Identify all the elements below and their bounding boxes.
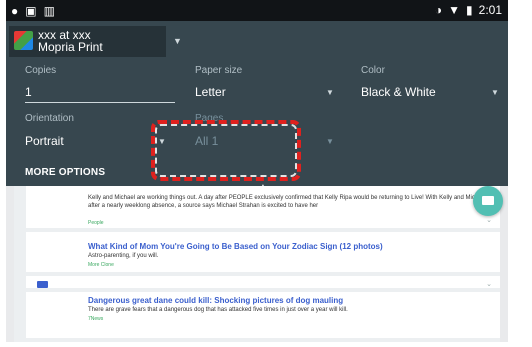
article-source[interactable]: People bbox=[88, 220, 104, 226]
printer-icon bbox=[482, 196, 494, 205]
article-text: Kelly and Michael are working things out… bbox=[88, 195, 488, 209]
copies-field[interactable]: 1 bbox=[25, 85, 32, 99]
mopria-logo-icon bbox=[14, 31, 33, 50]
paper-size-select[interactable]: Letter bbox=[195, 85, 226, 99]
sponsored-icon bbox=[37, 281, 48, 288]
wifi-icon: ▼ bbox=[448, 3, 461, 17]
paper-size-dropdown-icon[interactable]: ▼ bbox=[326, 88, 334, 97]
device-icon: ▥ bbox=[43, 4, 55, 18]
list-item[interactable]: Kelly and Michael are working things out… bbox=[26, 186, 500, 228]
list-item-ad: ⌄ bbox=[26, 276, 500, 288]
article-description: Astro-parenting, if you will. bbox=[88, 253, 159, 259]
more-options-button[interactable]: MORE OPTIONS bbox=[25, 167, 105, 178]
list-item[interactable]: Dangerous great dane could kill: Shockin… bbox=[26, 292, 500, 338]
article-list: Kelly and Michael are working things out… bbox=[14, 186, 500, 342]
article-source[interactable]: 7News bbox=[88, 316, 103, 322]
phone-screen: ● ▣ ▥ ◑ ▼ ▮ 2:01 xxx at xxx Mopria Print… bbox=[6, 0, 508, 342]
printer-selector[interactable]: xxx at xxx Mopria Print ▼ bbox=[9, 26, 182, 57]
status-time: 2:01 bbox=[478, 3, 502, 17]
copies-underline bbox=[25, 102, 175, 103]
article-headline[interactable]: What Kind of Mom You're Going to Be Base… bbox=[88, 242, 383, 251]
color-select[interactable]: Black & White bbox=[361, 85, 436, 99]
article-description: There are grave fears that a dangerous d… bbox=[88, 307, 348, 313]
pages-dropdown-icon[interactable]: ▼ bbox=[326, 137, 334, 146]
color-label: Color bbox=[361, 65, 385, 76]
list-item[interactable]: What Kind of Mom You're Going to Be Base… bbox=[26, 232, 500, 272]
chevron-down-icon[interactable]: ⌄ bbox=[486, 280, 492, 288]
paper-size-label: Paper size bbox=[195, 65, 243, 76]
highlight-box-inner bbox=[155, 124, 297, 177]
copies-label: Copies bbox=[25, 65, 57, 76]
image-icon: ▣ bbox=[25, 4, 37, 18]
notification-icon: ● bbox=[11, 4, 19, 18]
sync-icon: ◑ bbox=[434, 3, 443, 17]
printer-service: Mopria Print bbox=[38, 40, 103, 54]
orientation-select[interactable]: Portrait bbox=[25, 134, 64, 148]
chevron-down-icon[interactable]: ⌄ bbox=[486, 216, 492, 224]
orientation-label: Orientation bbox=[25, 113, 74, 124]
article-source[interactable]: More Clone bbox=[88, 262, 114, 268]
chevron-down-icon[interactable]: ▼ bbox=[173, 36, 182, 46]
printer-name: xxx at xxx Mopria Print bbox=[38, 29, 103, 53]
print-fab-button[interactable] bbox=[473, 186, 503, 216]
battery-icon: ▮ bbox=[466, 3, 473, 17]
article-headline[interactable]: Dangerous great dane could kill: Shockin… bbox=[88, 296, 343, 305]
color-dropdown-icon[interactable]: ▼ bbox=[491, 88, 499, 97]
status-bar: ● ▣ ▥ ◑ ▼ ▮ 2:01 bbox=[6, 0, 508, 21]
